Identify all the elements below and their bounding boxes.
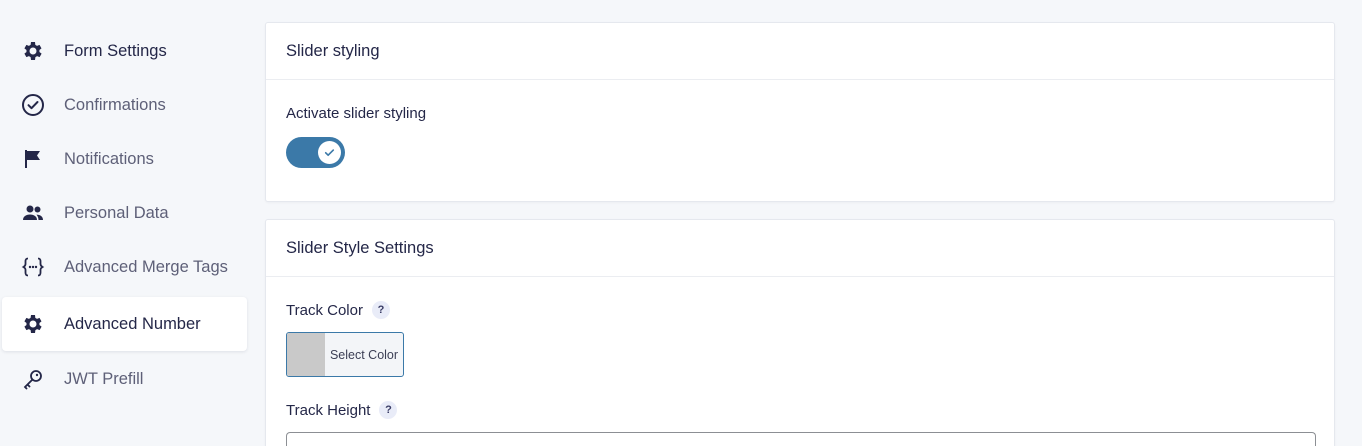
track-height-field-label: Track Height ? bbox=[286, 401, 398, 419]
panel-title: Slider styling bbox=[266, 23, 1334, 80]
sidebar-item-label: Confirmations bbox=[64, 95, 166, 114]
sidebar-item-form-settings[interactable]: Form Settings bbox=[2, 24, 247, 78]
settings-sidebar: Form Settings Confirmations Notification… bbox=[0, 0, 250, 446]
activate-slider-label: Activate slider styling bbox=[286, 105, 427, 122]
sidebar-item-label: Advanced Merge Tags bbox=[64, 257, 228, 276]
sidebar-item-advanced-number[interactable]: Advanced Number bbox=[2, 297, 247, 351]
key-icon bbox=[20, 366, 46, 392]
check-circle-icon bbox=[20, 92, 46, 118]
sidebar-item-advanced-merge-tags[interactable]: Advanced Merge Tags bbox=[2, 240, 247, 294]
activate-slider-toggle[interactable] bbox=[286, 137, 345, 168]
braces-icon bbox=[20, 254, 46, 280]
sidebar-item-jwt-prefill[interactable]: JWT Prefill bbox=[2, 352, 247, 406]
track-height-input[interactable] bbox=[286, 432, 1316, 446]
select-color-label: Select Color bbox=[329, 347, 399, 362]
track-color-picker[interactable]: Select Color bbox=[286, 332, 404, 377]
track-height-label: Track Height bbox=[286, 401, 371, 419]
panel-title: Slider Style Settings bbox=[266, 220, 1334, 277]
sidebar-item-label: Notifications bbox=[64, 149, 154, 168]
color-swatch bbox=[287, 333, 325, 376]
flag-icon bbox=[20, 146, 46, 172]
sidebar-item-personal-data[interactable]: Personal Data bbox=[2, 186, 247, 240]
help-icon[interactable]: ? bbox=[379, 401, 398, 419]
sidebar-item-label: Personal Data bbox=[64, 203, 169, 222]
gear-icon bbox=[20, 311, 46, 337]
sidebar-item-notifications[interactable]: Notifications bbox=[2, 132, 247, 186]
sidebar-item-label: JWT Prefill bbox=[64, 369, 144, 388]
users-icon bbox=[20, 200, 46, 226]
gear-icon bbox=[20, 38, 46, 64]
help-icon[interactable]: ? bbox=[371, 301, 390, 319]
track-color-label: Track Color bbox=[286, 301, 363, 319]
check-icon bbox=[318, 141, 341, 164]
slider-style-settings-panel: Slider Style Settings Track Color ? Sele… bbox=[265, 219, 1335, 446]
track-color-field-label: Track Color ? bbox=[286, 301, 390, 319]
sidebar-item-label: Form Settings bbox=[64, 41, 167, 60]
slider-styling-panel: Slider styling Activate slider styling bbox=[265, 22, 1335, 202]
sidebar-item-label: Advanced Number bbox=[64, 314, 201, 333]
sidebar-item-confirmations[interactable]: Confirmations bbox=[2, 78, 247, 132]
